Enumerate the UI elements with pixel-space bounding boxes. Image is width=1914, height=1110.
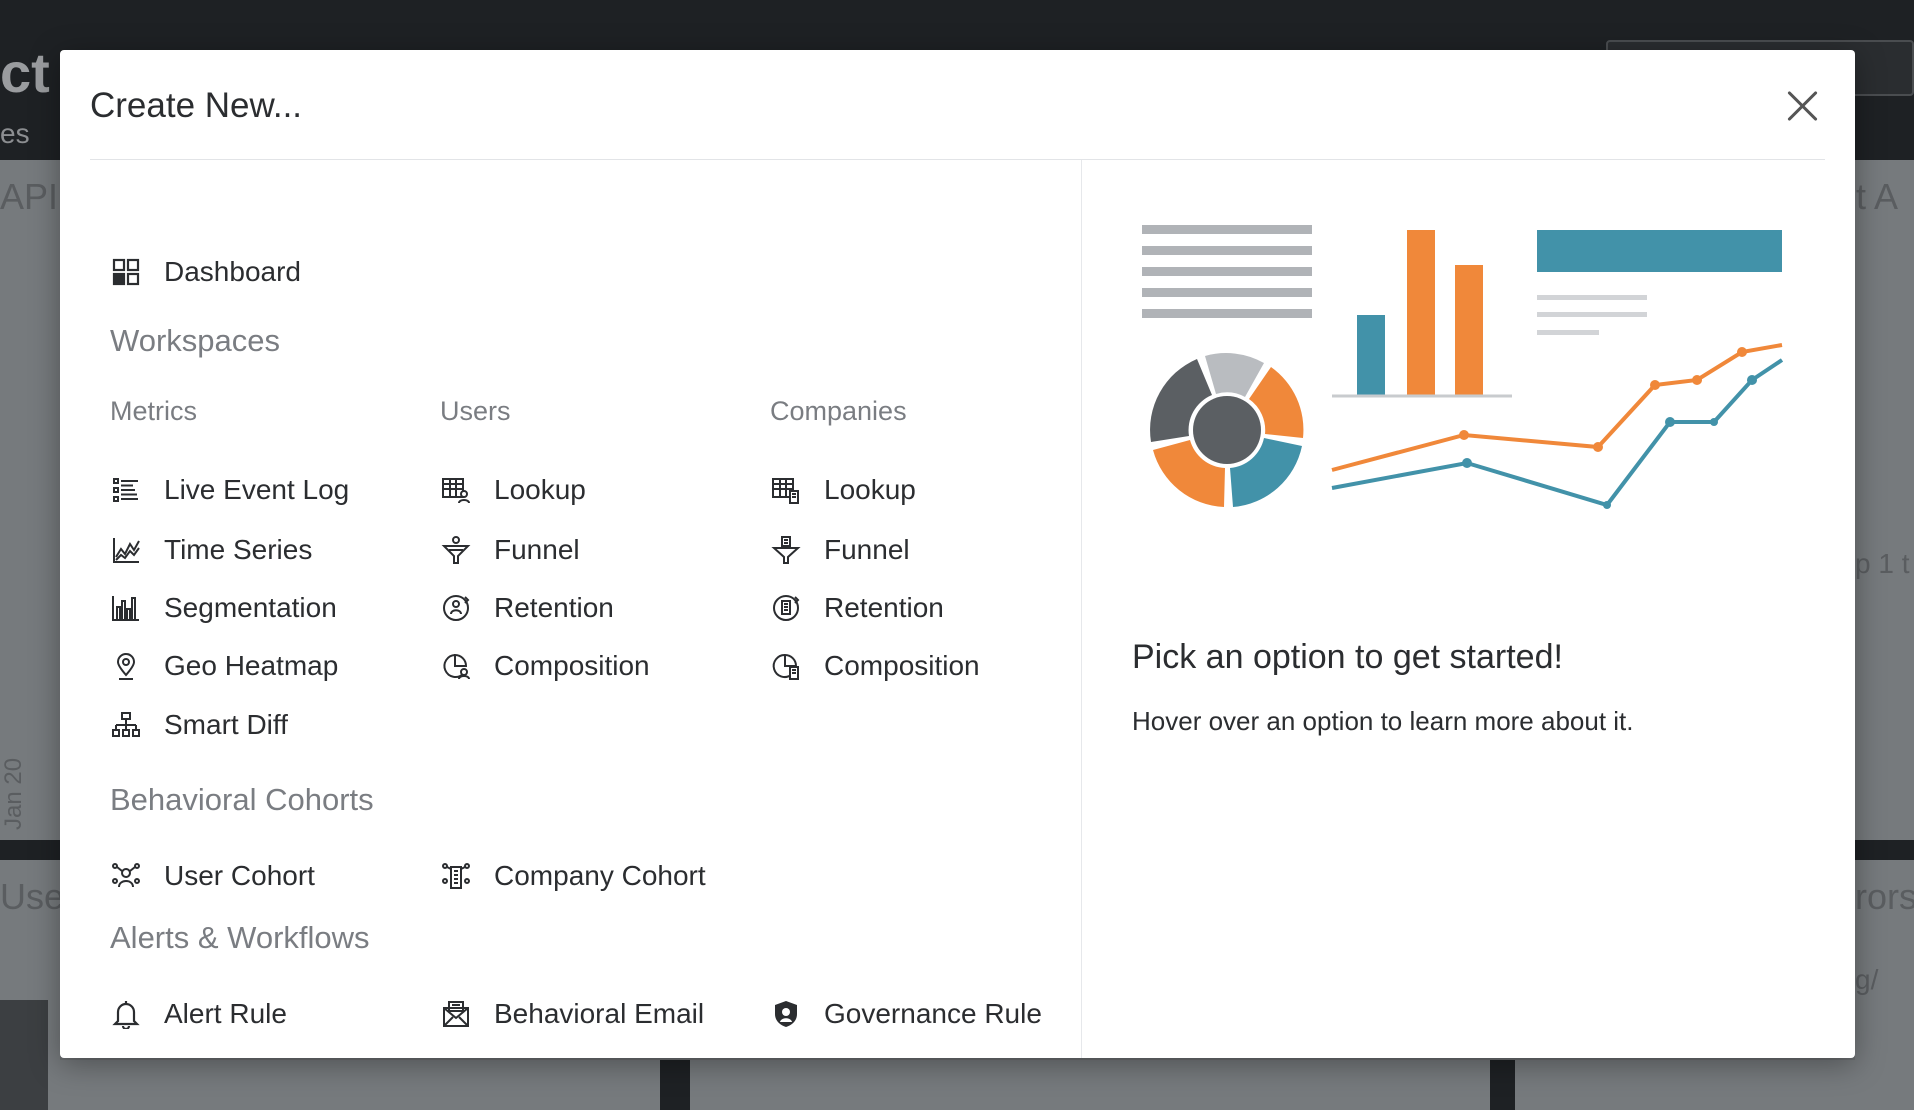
preview-panel: Pick an option to get started! Hover ove… — [1082, 160, 1855, 1058]
option-governance-rule[interactable]: Governance Rule — [770, 994, 1042, 1034]
option-geo-heatmap[interactable]: Geo Heatmap — [110, 646, 338, 686]
background-axis-label: Jan 20 — [0, 757, 27, 830]
illustration-small-lines — [1537, 295, 1647, 335]
option-behavioral-email[interactable]: Behavioral Email — [440, 994, 704, 1034]
option-label: User Cohort — [164, 860, 315, 891]
map-pin-icon — [110, 650, 142, 682]
illustration-teal-line — [1331, 358, 1784, 508]
modal-title: Create New... — [90, 86, 303, 125]
option-users-retention[interactable]: Retention — [440, 588, 614, 628]
option-users-funnel[interactable]: Funnel — [440, 530, 580, 570]
background-divider — [660, 1060, 690, 1110]
option-label: Funnel — [824, 534, 910, 565]
option-live-event-log[interactable]: Live Event Log — [110, 470, 349, 510]
section-heading-workspaces: Workspaces — [110, 323, 280, 358]
option-label: Retention — [494, 592, 614, 623]
option-companies-composition[interactable]: Composition — [770, 646, 980, 686]
option-label: Governance Rule — [824, 998, 1042, 1029]
funnel-building-icon — [770, 534, 802, 566]
modal-header: Create New... — [90, 50, 1825, 160]
option-label: Lookup — [494, 474, 586, 505]
option-companies-retention[interactable]: Retention — [770, 588, 944, 628]
option-alert-rule[interactable]: Alert Rule — [110, 994, 287, 1034]
company-cohort-icon — [440, 860, 472, 892]
option-label: Smart Diff — [164, 709, 288, 740]
column-heading-companies: Companies — [770, 396, 907, 426]
shield-icon — [770, 998, 802, 1030]
option-smart-diff[interactable]: Smart Diff — [110, 705, 288, 745]
option-label: Time Series — [164, 534, 313, 565]
option-company-cohort[interactable]: Company Cohort — [440, 856, 706, 896]
background-divider — [1490, 1060, 1515, 1110]
option-label: Composition — [494, 650, 650, 681]
dashboard-icon — [110, 256, 142, 288]
option-label: Alert Rule — [164, 998, 287, 1029]
background-panel — [0, 160, 60, 840]
option-label: Live Event Log — [164, 474, 350, 505]
bell-icon — [110, 998, 142, 1030]
line-chart-icon — [110, 534, 142, 566]
illustration-bars — [1332, 230, 1512, 398]
section-heading-cohorts: Behavioral Cohorts — [110, 782, 374, 817]
background-panel — [1855, 160, 1914, 840]
option-user-cohort[interactable]: User Cohort — [110, 856, 315, 896]
table-user-icon — [440, 474, 472, 506]
option-label: Segmentation — [164, 592, 337, 623]
option-label: Composition — [824, 650, 980, 681]
section-heading-alerts: Alerts & Workflows — [110, 920, 370, 955]
background-label: API — [0, 176, 59, 217]
bar-chart-icon — [110, 592, 142, 624]
option-label: Dashboard — [164, 256, 301, 287]
background-panel — [1515, 1060, 1855, 1110]
illustration-header-block — [1537, 230, 1782, 272]
preview-subtitle: Hover over an option to learn more about… — [1132, 706, 1634, 736]
option-label: Geo Heatmap — [164, 650, 339, 681]
option-label: Company Cohort — [494, 860, 706, 891]
dashboard-illustration — [1142, 225, 1784, 509]
background-subtitle: es — [0, 118, 30, 149]
background-panel — [690, 1060, 1490, 1110]
illustration-orange-points — [1459, 347, 1747, 452]
option-label: Lookup — [824, 474, 916, 505]
option-label: Retention — [824, 592, 944, 623]
options-panel: Dashboard Workspaces Metrics Users Compa… — [60, 160, 1082, 1058]
option-users-composition[interactable]: Composition — [440, 646, 650, 686]
list-icon — [110, 474, 142, 506]
illustration-text-lines — [1142, 225, 1312, 318]
option-label: Behavioral Email — [494, 998, 705, 1029]
preview-title: Pick an option to get started! — [1132, 638, 1563, 676]
create-new-modal: Create New... Dashboard Workspaces Metri… — [60, 50, 1855, 1058]
option-segmentation[interactable]: Segmentation — [110, 588, 337, 628]
background-panel — [60, 1060, 660, 1110]
hierarchy-icon — [110, 709, 142, 741]
option-companies-lookup[interactable]: Lookup — [770, 470, 916, 510]
background-label: rors — [1855, 876, 1914, 917]
option-companies-funnel[interactable]: Funnel — [770, 530, 910, 570]
retention-user-icon — [440, 592, 472, 624]
user-cohort-icon — [110, 860, 142, 892]
table-building-icon — [770, 474, 802, 506]
retention-building-icon — [770, 592, 802, 624]
background-title: ct — [0, 41, 50, 104]
pie-user-icon — [440, 650, 472, 682]
background-block — [0, 1000, 48, 1110]
close-button[interactable] — [1781, 84, 1825, 128]
option-label: Funnel — [494, 534, 580, 565]
background-label: p 1 t — [1855, 548, 1910, 579]
email-icon — [440, 998, 472, 1030]
illustration-donut — [1150, 353, 1304, 507]
funnel-user-icon — [440, 534, 472, 566]
pie-building-icon — [770, 650, 802, 682]
option-dashboard[interactable]: Dashboard — [110, 252, 301, 292]
column-heading-users: Users — [440, 396, 511, 426]
option-users-lookup[interactable]: Lookup — [440, 470, 586, 510]
column-heading-metrics: Metrics — [110, 396, 197, 426]
option-time-series[interactable]: Time Series — [110, 530, 312, 570]
illustration-orange-line — [1331, 343, 1783, 472]
background-label: g/ — [1855, 964, 1879, 995]
